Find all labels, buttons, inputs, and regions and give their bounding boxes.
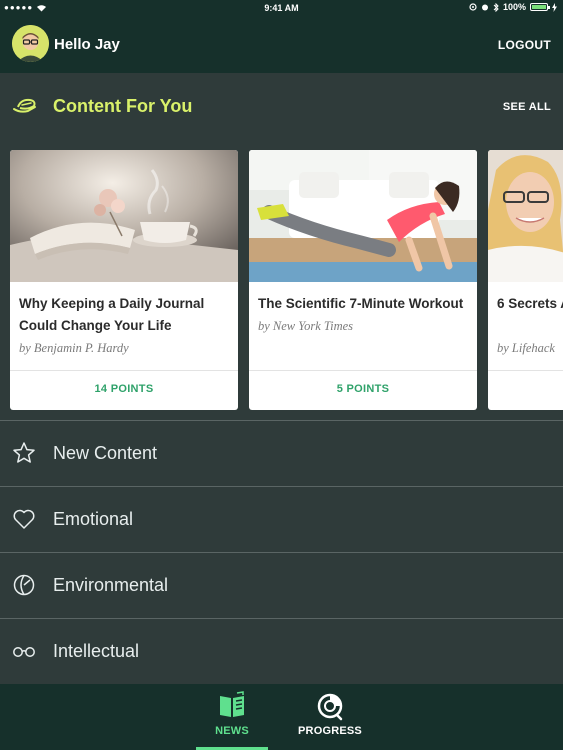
bottom-tab-bar: NEWS PROGRESS [0,684,563,750]
battery-level-fill [532,5,546,9]
content-for-you-header: Content For You SEE ALL [0,73,563,139]
journal-tea-photo [10,150,238,282]
greeting-text: Hello Jay [54,36,120,53]
smiling-woman-photo [488,150,563,282]
tab-progress[interactable]: PROGRESS [294,684,366,750]
tab-news[interactable]: NEWS [196,684,268,750]
progress-chart-icon [317,693,343,721]
content-carousel[interactable]: Why Keeping a Daily Journal Could Change… [10,150,563,410]
section-title: Content For You [53,96,193,116]
card-divider [488,370,563,371]
status-right: 100% [469,2,557,12]
tab-label: PROGRESS [298,725,362,737]
article-card[interactable]: The Scientific 7-Minute Workout by New Y… [249,150,477,410]
card-points: 14 POINTS [94,383,154,395]
book-icon [220,691,244,717]
card-divider [10,370,238,371]
leaf-icon [13,574,35,596]
tab-label: NEWS [215,725,249,737]
app-header: Hello Jay LOGOUT [0,16,563,73]
avatar[interactable] [12,25,49,62]
category-item-new-content[interactable]: New Content [0,420,563,486]
star-icon [13,442,35,463]
card-title: The Scientific 7-Minute Workout [258,296,464,311]
card-author: by Lifehack [497,341,555,355]
bluetooth-icon [493,2,499,12]
workout-photo [249,150,477,282]
category-label: Environmental [53,575,169,595]
category-label: New Content [53,443,158,463]
card-title: 6 Secrets And Even [497,296,563,311]
category-item-emotional[interactable]: Emotional [0,486,563,552]
status-bar: ●●●●● 9:41 AM 100% [0,0,563,16]
heart-icon [13,509,35,529]
see-all-button[interactable]: SEE ALL [503,101,551,113]
category-item-intellectual[interactable]: Intellectual [0,618,563,684]
card-divider [249,370,477,371]
category-item-environmental[interactable]: Environmental [0,552,563,618]
battery-percent: 100% [502,2,526,12]
category-list: New Content Emotional Environmental Inte… [0,420,563,684]
hands-leaf-icon [13,98,36,113]
card-author: by New York Times [258,319,354,333]
category-label: Emotional [53,509,134,529]
alarm-icon [481,4,488,11]
location-icon [469,3,477,11]
category-label: Intellectual [53,641,140,661]
battery-icon [530,3,550,11]
card-points: 5 POINTS [336,383,390,395]
charging-icon [552,2,557,12]
article-card[interactable]: 6 Secrets And Even by Lifehack [488,150,563,410]
article-card[interactable]: Why Keeping a Daily Journal Could Change… [10,150,238,410]
card-author: by Benjamin P. Hardy [19,341,129,355]
glasses-icon [13,647,35,657]
logout-button[interactable]: LOGOUT [498,38,551,52]
card-title: Why Keeping a Daily Journal Could Change… [19,296,205,333]
user-avatar-illustration [12,25,49,62]
